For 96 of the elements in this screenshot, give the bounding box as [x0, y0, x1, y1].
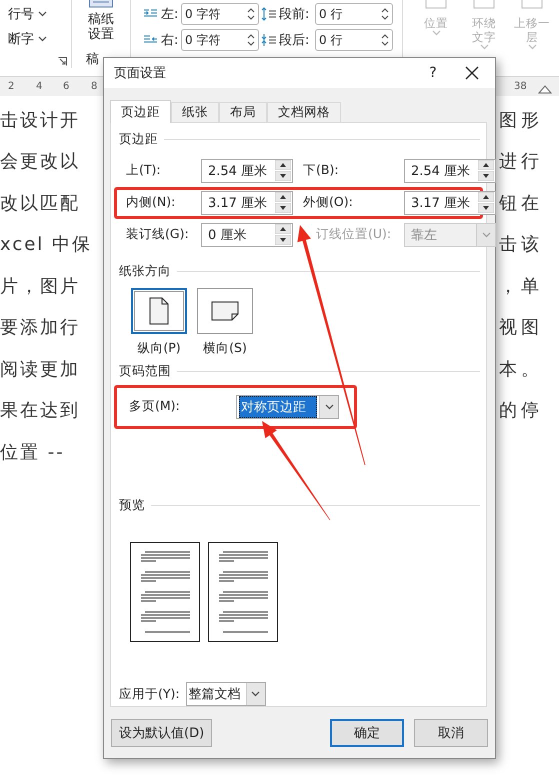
tab[interactable]: 页边距 — [110, 100, 171, 123]
spacing-icon — [261, 7, 277, 21]
document-text: 改以匹配 — [0, 192, 80, 215]
spin-field[interactable]: 0 字符 — [181, 3, 259, 25]
spin-down-button[interactable] — [275, 203, 291, 213]
document-text: 视图 — [499, 316, 544, 340]
tab[interactable]: 纸张 — [171, 102, 219, 122]
caret-icon — [38, 11, 47, 17]
section-heading: 预览 — [119, 496, 145, 514]
caret-icon — [528, 44, 536, 50]
document-text: 击设计开 — [0, 108, 80, 132]
field-label: 段前: — [279, 6, 310, 23]
default-button[interactable]: 设为默认值(D) — [111, 719, 212, 747]
spinner-icon — [247, 33, 255, 47]
dropdown[interactable]: 整篇文档 — [186, 682, 266, 706]
spinner-icon — [247, 7, 255, 21]
dropdown[interactable]: 对称页边距 — [236, 394, 339, 418]
ruler-number: 38 — [514, 81, 527, 92]
spin-field[interactable]: 3.17 厘米 — [201, 190, 293, 214]
menu-button[interactable]: 行号 — [8, 6, 71, 22]
spin-up-button[interactable] — [478, 160, 494, 170]
orientation-option[interactable] — [197, 288, 253, 334]
field-label: 装订线(G): — [126, 226, 190, 243]
document-text: 位置 -- — [0, 440, 65, 464]
spin-down-button[interactable] — [275, 171, 291, 181]
field-label: 上(T): — [126, 162, 162, 179]
document-text: 钮在 — [499, 192, 544, 215]
spin-down-button[interactable] — [478, 203, 494, 213]
ok-button[interactable]: 确定 — [330, 719, 404, 747]
field-label: 内侧(N): — [126, 194, 176, 211]
cancel-button[interactable]: 取消 — [414, 719, 488, 747]
landscape-page-icon — [211, 301, 239, 321]
document-text: 的停 — [499, 399, 544, 422]
document-text: 本。 — [499, 358, 544, 381]
spin-field[interactable]: 2.54 厘米 — [201, 158, 293, 182]
ruler-number: 8 — [91, 81, 98, 92]
manuscript-button[interactable]: 稿纸设置 — [86, 12, 116, 42]
field-label: 多页(M): — [129, 398, 180, 415]
orientation-option[interactable] — [131, 288, 187, 334]
spin-up-button[interactable] — [275, 224, 291, 234]
scroll-up-icon[interactable] — [538, 85, 552, 94]
spin-field[interactable]: 0 行 — [315, 29, 393, 51]
group-label: 稿 — [85, 51, 99, 68]
ruler-number: 2 — [8, 81, 14, 92]
spin-up-button[interactable] — [275, 192, 291, 202]
section-heading: 页码范围 — [119, 363, 171, 380]
document-text: ，单 — [499, 274, 544, 298]
spinner-icon — [381, 33, 389, 47]
document-text: 进行 — [499, 150, 544, 174]
spin-field[interactable]: 2.54 厘米 — [404, 158, 496, 182]
spin-field[interactable]: 0 行 — [315, 3, 393, 25]
close-icon[interactable] — [465, 66, 479, 80]
caret-icon — [251, 691, 260, 697]
caret-icon — [432, 30, 440, 36]
portrait-page-icon — [149, 297, 169, 325]
caret-icon — [324, 404, 334, 410]
tab[interactable]: 布局 — [219, 102, 267, 122]
caret-icon — [482, 232, 490, 238]
spin-down-button[interactable] — [478, 171, 494, 181]
spin-field[interactable]: 0 字符 — [181, 29, 259, 51]
section-heading: 纸张方向 — [119, 262, 171, 280]
dialog-title: 页面设置 — [114, 65, 167, 82]
document-text: 要添加行 — [0, 316, 80, 340]
spin-field[interactable]: 0 厘米 — [201, 222, 293, 246]
dialog-launcher-icon[interactable] — [58, 57, 67, 66]
document-text: 果在达到 — [0, 399, 80, 422]
option-label: 纵向(P) — [137, 340, 181, 357]
option-label: 横向(S) — [203, 340, 247, 357]
spacing-icon — [261, 33, 277, 47]
field-label: 外侧(O): — [303, 194, 354, 211]
field-label: 左: — [161, 6, 179, 23]
spin-up-button[interactable] — [275, 160, 291, 170]
caret-icon — [480, 44, 488, 50]
grid-paper-icon — [89, 0, 113, 8]
ruler-number: 4 — [36, 81, 42, 92]
field-label: 应用于(Y): — [119, 686, 180, 702]
field-label: 段后: — [279, 32, 310, 49]
tab[interactable]: 文档网格 — [267, 102, 341, 122]
document-text: xcel 中保 — [0, 233, 92, 256]
document-text: 图形 — [499, 108, 544, 132]
document-text: 击该 — [499, 233, 544, 256]
field-label: 下(B): — [303, 162, 340, 179]
menu-button[interactable]: 断字 — [8, 31, 71, 47]
field-label: 订线位置(U): — [315, 226, 392, 243]
caret-icon — [38, 36, 47, 42]
help-button[interactable]: ? — [413, 65, 453, 81]
document-text: 片，图片 — [0, 274, 80, 298]
document-text: 会更改以 — [0, 150, 80, 174]
spin-field[interactable]: 3.17 厘米 — [404, 190, 496, 214]
ruler-number: 6 — [63, 81, 70, 92]
spin-down-button[interactable] — [275, 235, 291, 245]
spin-up-button[interactable] — [478, 192, 494, 202]
field-label: 右: — [161, 32, 179, 49]
section-heading: 页边距 — [119, 131, 158, 148]
spinner-icon — [381, 7, 389, 21]
document-text: 阅读更加 — [0, 358, 80, 381]
